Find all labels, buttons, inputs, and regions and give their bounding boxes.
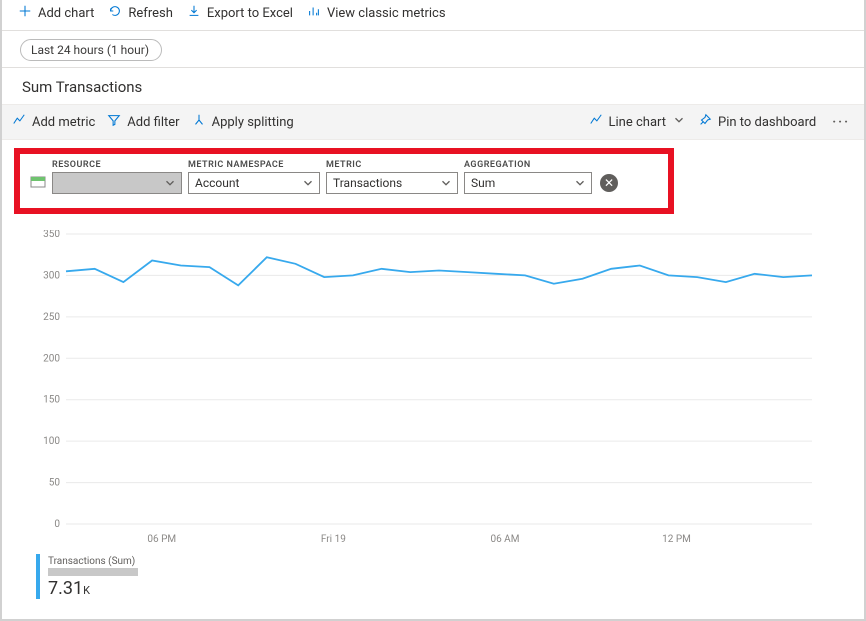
- add-chart-label: Add chart: [38, 6, 94, 21]
- resource-dropdown[interactable]: [52, 172, 182, 194]
- aggregation-field-label: AGGREGATION: [464, 160, 592, 170]
- chevron-down-icon: [301, 176, 315, 190]
- chevron-down-icon: [439, 176, 453, 190]
- refresh-button[interactable]: Refresh: [108, 4, 172, 22]
- filter-icon: [107, 113, 121, 131]
- svg-text:250: 250: [43, 312, 60, 323]
- metric-selector-callout: RESOURCE METRIC NAMESPACE Account METRIC…: [14, 148, 674, 214]
- summary-value: 7.31K: [48, 578, 176, 599]
- line-chart-icon: [12, 113, 26, 131]
- refresh-icon: [108, 4, 122, 22]
- chevron-down-icon: [573, 176, 587, 190]
- apply-splitting-label: Apply splitting: [212, 115, 294, 130]
- time-range-pill[interactable]: Last 24 hours (1 hour): [20, 39, 162, 61]
- svg-text:0: 0: [54, 519, 60, 530]
- resource-color-icon: [30, 174, 46, 190]
- svg-text:350: 350: [43, 230, 60, 240]
- svg-text:200: 200: [43, 353, 60, 364]
- svg-text:06 AM: 06 AM: [490, 534, 519, 545]
- summary-bar: [48, 568, 138, 576]
- add-chart-button[interactable]: Add chart: [18, 4, 94, 22]
- svg-text:150: 150: [43, 395, 60, 406]
- metric-field-label: METRIC: [326, 160, 458, 170]
- resource-field-label: RESOURCE: [52, 160, 182, 170]
- line-chart: 0 50 100 150 200 250 300 350 06 PM Fri 19 06 AM 12 …: [32, 230, 822, 550]
- svg-text:50: 50: [49, 478, 61, 489]
- apply-splitting-button[interactable]: Apply splitting: [192, 113, 294, 131]
- top-toolbar: Add chart Refresh Export to Excel View c…: [2, 4, 864, 31]
- svg-text:300: 300: [43, 270, 60, 281]
- pin-button[interactable]: Pin to dashboard: [698, 113, 816, 131]
- more-button[interactable]: ···: [828, 115, 854, 130]
- line-chart-icon: [589, 113, 603, 131]
- summary-label: Transactions (Sum): [48, 556, 176, 567]
- aggregation-dropdown[interactable]: Sum: [464, 172, 592, 194]
- chart-title: Sum Transactions: [2, 68, 864, 104]
- remove-metric-button[interactable]: ✕: [600, 174, 618, 192]
- pin-label: Pin to dashboard: [718, 115, 816, 130]
- svg-text:06 PM: 06 PM: [147, 534, 176, 545]
- svg-text:12 PM: 12 PM: [662, 534, 691, 545]
- export-label: Export to Excel: [207, 6, 293, 21]
- chart-toolbar: Add metric Add filter Apply splitting Li…: [2, 104, 864, 140]
- close-icon: ✕: [604, 177, 614, 189]
- namespace-field-label: METRIC NAMESPACE: [188, 160, 320, 170]
- export-button[interactable]: Export to Excel: [187, 4, 293, 22]
- download-icon: [187, 4, 201, 22]
- time-range-label: Last 24 hours (1 hour): [31, 43, 149, 57]
- aggregation-value: Sum: [471, 176, 495, 190]
- chevron-down-icon: [163, 176, 177, 190]
- chart-type-dropdown[interactable]: Line chart: [589, 113, 686, 131]
- add-filter-button[interactable]: Add filter: [107, 113, 179, 131]
- bar-chart-icon: [307, 4, 321, 22]
- add-metric-button[interactable]: Add metric: [12, 113, 95, 131]
- view-classic-button[interactable]: View classic metrics: [307, 4, 446, 22]
- metric-value: Transactions: [333, 176, 402, 190]
- pin-icon: [698, 113, 712, 131]
- add-filter-label: Add filter: [127, 115, 179, 130]
- refresh-label: Refresh: [128, 6, 172, 21]
- namespace-value: Account: [195, 176, 239, 190]
- metric-dropdown[interactable]: Transactions: [326, 172, 458, 194]
- view-classic-label: View classic metrics: [327, 6, 446, 21]
- chart-type-label: Line chart: [609, 115, 666, 130]
- svg-text:Fri 19: Fri 19: [321, 534, 346, 545]
- add-metric-label: Add metric: [32, 115, 95, 130]
- chevron-down-icon: [672, 113, 686, 131]
- plus-icon: [18, 4, 32, 22]
- chart-area: 0 50 100 150 200 250 300 350 06 PM Fri 19 06 AM 12 …: [2, 220, 864, 554]
- svg-text:100: 100: [43, 436, 60, 447]
- chart-summary-card: Transactions (Sum) 7.31K: [36, 554, 176, 599]
- split-icon: [192, 113, 206, 131]
- namespace-dropdown[interactable]: Account: [188, 172, 320, 194]
- time-band: Last 24 hours (1 hour): [2, 31, 864, 68]
